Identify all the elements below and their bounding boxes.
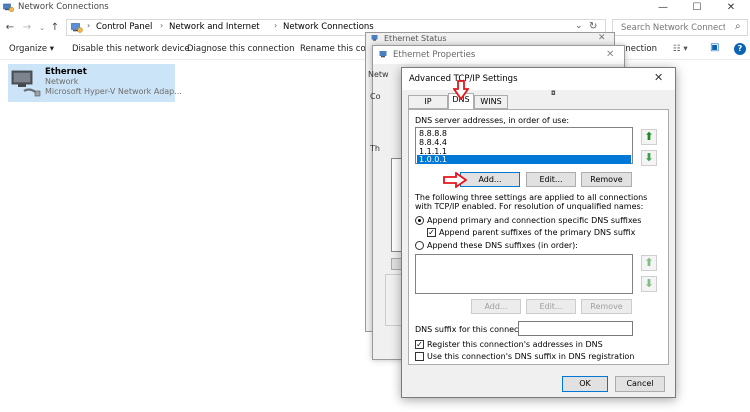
close-button[interactable]: ✕ <box>714 0 748 16</box>
suffix-down-arrow-icon[interactable]: ⬇ <box>641 276 657 292</box>
status-side-label-co: Co <box>370 92 381 101</box>
dns-server-item-selected[interactable]: 1.0.0.1 <box>417 155 631 164</box>
cancel-button[interactable]: Cancel <box>615 376 665 392</box>
forward-icon[interactable]: → <box>21 21 33 35</box>
window-title: Network Connections <box>18 2 109 12</box>
add-dns-server-button[interactable]: Add... <box>460 172 520 187</box>
move-up-arrow-icon[interactable]: ⬆ <box>641 129 657 145</box>
append-these-radio[interactable] <box>415 241 424 250</box>
dns-suffix-list[interactable] <box>415 254 633 294</box>
append-these-label: Append these DNS suffixes (in order): <box>427 241 578 250</box>
register-addresses-checkbox[interactable]: ✓ <box>415 340 424 349</box>
network-connections-icon <box>3 3 14 13</box>
breadcrumb-separator: › <box>274 21 278 30</box>
dns-server-item[interactable]: 8.8.8.8 <box>417 129 631 138</box>
breadcrumb-separator: › <box>160 21 164 30</box>
back-icon[interactable]: ← <box>4 21 16 35</box>
add-suffix-button[interactable]: Add... <box>471 299 521 314</box>
tab-wins[interactable]: WINS <box>474 95 508 109</box>
view-status-button[interactable]: nnection <box>620 44 657 54</box>
use-suffix-label: Use this connection's DNS suffix in DNS … <box>427 352 635 361</box>
network-status-icon <box>371 35 378 41</box>
append-parent-checkbox[interactable]: ✓ <box>427 228 436 237</box>
register-addresses-label: Register this connection's addresses in … <box>427 340 603 349</box>
connection-item-ethernet[interactable]: Ethernet Network Microsoft Hyper-V Netwo… <box>8 64 182 102</box>
ethernet-status-title: Ethernet Status <box>384 34 447 43</box>
append-primary-label: Append primary and connection specific D… <box>427 216 642 225</box>
status-close-icon[interactable]: ✕ <box>598 33 606 43</box>
help-icon[interactable]: ? <box>734 43 746 55</box>
dns-server-list[interactable]: 8.8.8.8 8.8.4.4 1.1.1.1 1.0.0.1 <box>415 127 633 164</box>
breadcrumb-control-panel[interactable]: Control Panel <box>96 22 152 32</box>
remove-suffix-button[interactable]: Remove <box>581 299 632 314</box>
append-parent-label: Append parent suffixes of the primary DN… <box>439 228 636 237</box>
edit-suffix-button[interactable]: Edit... <box>526 299 576 314</box>
move-down-arrow-icon[interactable]: ⬇ <box>641 150 657 166</box>
suffix-up-arrow-icon[interactable]: ⬆ <box>641 255 657 271</box>
breadcrumb-network-connections[interactable]: Network Connections <box>283 22 374 32</box>
history-dropdown-icon[interactable]: ⌄ <box>36 21 48 35</box>
ok-button[interactable]: OK <box>562 376 608 392</box>
advanced-tcpip-dialog: Advanced TCP/IP Settings ✕ IP Settings D… <box>401 67 676 398</box>
connection-device: Microsoft Hyper-V Network Adap... <box>45 87 182 96</box>
properties-titlebar: Ethernet Properties ✕ <box>373 46 624 64</box>
minimize-button[interactable]: — <box>646 0 680 16</box>
connection-status: Network <box>45 77 79 86</box>
up-icon[interactable]: ↑ <box>49 21 61 35</box>
advanced-close-icon[interactable]: ✕ <box>654 71 663 84</box>
window-titlebar: Network Connections — ☐ ✕ <box>0 0 750 16</box>
breadcrumb-network-and-internet[interactable]: Network and Internet <box>169 22 260 32</box>
advanced-titlebar: Advanced TCP/IP Settings ✕ <box>402 68 675 90</box>
use-suffix-checkbox[interactable] <box>415 352 424 361</box>
search-input[interactable] <box>613 20 725 35</box>
organize-button[interactable]: Organize ▾ <box>9 44 54 54</box>
disable-device-button[interactable]: Disable this network device <box>72 44 190 54</box>
dns-suffix-input[interactable] <box>518 321 633 336</box>
diagnose-connection-button[interactable]: Diagnose this connection <box>187 44 295 54</box>
append-primary-radio[interactable] <box>415 216 424 225</box>
remove-dns-server-button[interactable]: Remove <box>581 172 632 187</box>
control-panel-icon <box>71 23 83 33</box>
annotation-right-arrow-icon <box>443 172 467 188</box>
tab-ip-settings[interactable]: IP Settings <box>408 95 448 118</box>
view-options-icon[interactable]: ☷ ▾ <box>673 44 688 54</box>
connection-name: Ethernet <box>45 67 87 77</box>
breadcrumb-separator: › <box>87 21 91 30</box>
edit-dns-server-button[interactable]: Edit... <box>526 172 576 187</box>
cursor-mark-icon: ◘ <box>551 90 556 97</box>
annotation-down-arrow-icon <box>453 80 469 100</box>
properties-network-icon <box>379 51 387 58</box>
refresh-icon[interactable]: ↻ <box>589 21 597 32</box>
address-dropdown-icon[interactable]: ⌄ <box>575 21 583 31</box>
properties-close-icon[interactable]: ✕ <box>606 49 614 60</box>
dns-server-item[interactable]: 8.8.4.4 <box>417 138 631 147</box>
preview-pane-icon[interactable]: ▣ <box>710 42 719 53</box>
search-box[interactable]: ⌕ <box>612 19 748 36</box>
dns-servers-label: DNS server addresses, in order of use: <box>415 116 570 125</box>
ethernet-adapter-icon <box>11 70 41 97</box>
status-side-label-th: Th <box>370 144 380 153</box>
dns-info-text: The following three settings are applied… <box>415 193 648 211</box>
search-icon[interactable]: ⌕ <box>735 21 741 32</box>
maximize-button[interactable]: ☐ <box>680 0 714 16</box>
status-side-label-netw: Netw <box>368 70 389 79</box>
ethernet-properties-title: Ethernet Properties <box>393 50 476 60</box>
